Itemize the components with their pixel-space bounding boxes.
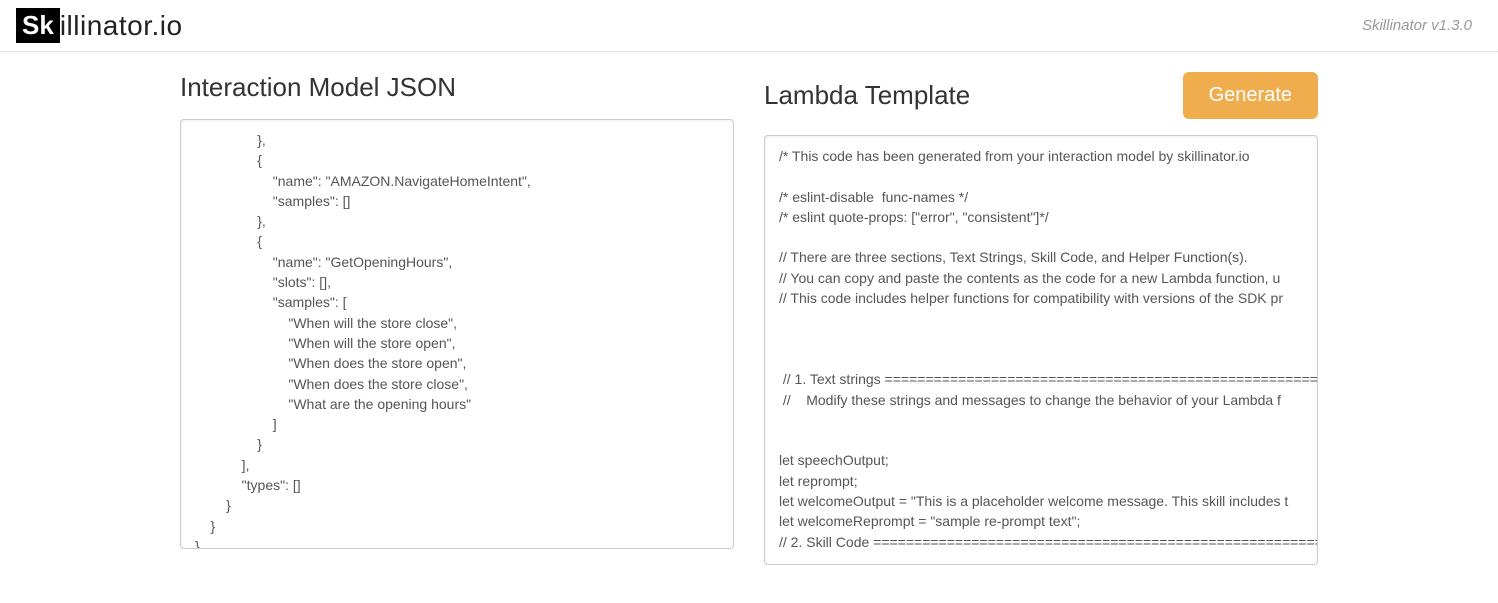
- logo-mark: Sk: [16, 8, 60, 43]
- lambda-template-textarea[interactable]: [764, 135, 1318, 565]
- header: Skillinator.io Skillinator v1.3.0: [0, 0, 1498, 52]
- right-column: Lambda Template Generate: [764, 72, 1318, 570]
- lambda-template-wrap: [764, 135, 1318, 570]
- generate-button[interactable]: Generate: [1183, 72, 1318, 119]
- left-column: Interaction Model JSON: [180, 72, 734, 570]
- logo-text: illinator.io: [60, 10, 183, 42]
- interaction-model-textarea[interactable]: [180, 119, 734, 549]
- version-label: Skillinator v1.3.0: [1362, 17, 1482, 34]
- interaction-model-wrap: [180, 119, 734, 554]
- main-content: Interaction Model JSON Lambda Template G…: [0, 52, 1498, 590]
- interaction-model-heading: Interaction Model JSON: [180, 72, 734, 103]
- logo: Skillinator.io: [16, 8, 183, 43]
- lambda-template-heading: Lambda Template: [764, 80, 970, 111]
- lambda-heading-row: Lambda Template Generate: [764, 72, 1318, 119]
